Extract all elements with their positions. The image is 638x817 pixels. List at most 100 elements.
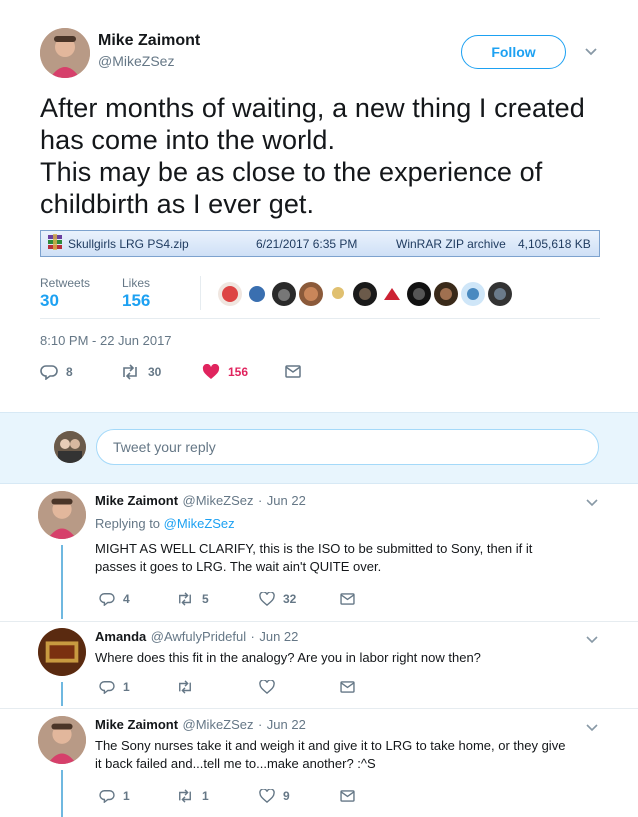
replying-to: Replying to @MikeZSez bbox=[95, 516, 235, 531]
reply-text: The Sony nurses take it and weigh it and… bbox=[95, 737, 615, 773]
like-action[interactable]: 9 bbox=[259, 789, 290, 803]
reply-icon bbox=[99, 681, 115, 694]
liker-avatar[interactable] bbox=[218, 282, 242, 306]
reply-author-handle[interactable]: @MikeZSez bbox=[183, 493, 254, 508]
tweet-text-line: childbirth as I ever get. bbox=[40, 189, 315, 219]
envelope-icon bbox=[340, 593, 355, 605]
liker-avatar[interactable] bbox=[461, 282, 485, 306]
chevron-down-icon[interactable] bbox=[586, 494, 598, 510]
chevron-down-icon[interactable] bbox=[586, 719, 598, 735]
winrar-icon bbox=[46, 233, 64, 254]
meta-separator: · bbox=[257, 717, 263, 732]
divider bbox=[0, 708, 638, 709]
envelope-icon bbox=[340, 681, 355, 693]
like-count: 156 bbox=[228, 365, 249, 379]
reply-count: 8 bbox=[66, 365, 73, 379]
retweets-count[interactable]: 30 bbox=[40, 291, 59, 311]
reply-date[interactable]: Jun 22 bbox=[267, 717, 306, 732]
retweet-icon bbox=[179, 789, 191, 803]
dm-action[interactable] bbox=[340, 593, 355, 605]
retweet-count: 1 bbox=[202, 789, 209, 803]
envelope-icon bbox=[340, 790, 355, 802]
like-action[interactable] bbox=[259, 680, 283, 694]
reply-count: 1 bbox=[123, 789, 130, 803]
heart-outline-icon bbox=[259, 680, 275, 694]
file-date: 6/21/2017 6:35 PM bbox=[256, 236, 358, 251]
reply-avatar[interactable] bbox=[38, 716, 86, 764]
reply-date[interactable]: Jun 22 bbox=[259, 629, 298, 644]
liker-avatar[interactable] bbox=[299, 282, 323, 306]
current-user-avatar[interactable] bbox=[54, 431, 86, 463]
file-size: 4,105,618 KB bbox=[518, 236, 591, 251]
retweet-action[interactable]: 5 bbox=[176, 592, 209, 606]
retweet-action[interactable]: 30 bbox=[120, 364, 161, 380]
retweets-label[interactable]: Retweets bbox=[40, 276, 90, 290]
reply-author-handle[interactable]: @MikeZSez bbox=[183, 717, 254, 732]
retweet-action[interactable] bbox=[176, 680, 202, 694]
author-avatar[interactable] bbox=[40, 28, 90, 78]
envelope-icon bbox=[285, 365, 301, 378]
reply-icon bbox=[40, 365, 58, 380]
dm-action[interactable] bbox=[340, 790, 355, 802]
retweet-icon bbox=[179, 680, 191, 694]
reply-author-name[interactable]: Mike Zaimont bbox=[95, 717, 178, 732]
reply-text: MIGHT AS WELL CLARIFY, this is the ISO t… bbox=[95, 540, 600, 576]
reply-author-handle[interactable]: @AwfulyPrideful bbox=[151, 629, 246, 644]
liker-avatar[interactable] bbox=[353, 282, 377, 306]
reply-author-name[interactable]: Amanda bbox=[95, 629, 146, 644]
reply-header: Mike Zaimont @MikeZSez · Jun 22 bbox=[95, 716, 306, 734]
thread-line bbox=[61, 545, 63, 619]
follow-button[interactable]: Follow bbox=[461, 35, 566, 69]
reply-text-line: The Sony nurses take it and weigh it and… bbox=[95, 738, 566, 753]
heart-outline-icon bbox=[259, 789, 275, 803]
liker-avatar[interactable] bbox=[434, 282, 458, 306]
file-type: WinRAR ZIP archive bbox=[396, 236, 506, 251]
reply-icon bbox=[99, 790, 115, 803]
reply-text-line: passes it goes to LRG. The wait ain't QU… bbox=[95, 559, 382, 574]
stats-divider-vertical bbox=[200, 276, 201, 310]
file-attachment-image[interactable]: Skullgirls LRG PS4.zip 6/21/2017 6:35 PM… bbox=[40, 230, 600, 257]
likes-count[interactable]: 156 bbox=[122, 291, 150, 311]
retweet-action[interactable]: 1 bbox=[176, 789, 209, 803]
reply-action[interactable]: 1 bbox=[99, 680, 130, 694]
tweet-text-line: After months of waiting, a new thing I c… bbox=[40, 93, 585, 123]
retweet-icon bbox=[179, 592, 191, 606]
dm-action[interactable] bbox=[340, 681, 355, 693]
reply-date[interactable]: Jun 22 bbox=[267, 493, 306, 508]
liker-avatar[interactable] bbox=[407, 282, 431, 306]
liker-avatar[interactable] bbox=[326, 282, 350, 306]
reply-text-line: Where does this fit in the analogy? Are … bbox=[95, 650, 481, 665]
reply-author-name[interactable]: Mike Zaimont bbox=[95, 493, 178, 508]
chevron-down-icon[interactable] bbox=[584, 44, 598, 60]
tweet-timestamp[interactable]: 8:10 PM - 22 Jun 2017 bbox=[40, 333, 172, 348]
reply-input[interactable]: Tweet your reply bbox=[96, 429, 599, 465]
author-name[interactable]: Mike Zaimont bbox=[98, 32, 200, 50]
like-action[interactable]: 156 bbox=[202, 364, 248, 380]
reply-avatar[interactable] bbox=[38, 628, 86, 676]
tweet-text-line: has come into the world. bbox=[40, 125, 336, 155]
retweet-count: 5 bbox=[202, 592, 209, 606]
reply-text-line: it back failed and...tell me to...make a… bbox=[95, 756, 376, 771]
chevron-down-icon[interactable] bbox=[586, 631, 598, 647]
thread-line bbox=[61, 682, 63, 706]
reply-action[interactable]: 1 bbox=[99, 789, 130, 803]
tweet-text-line: This may be as close to the experience o… bbox=[40, 157, 543, 187]
divider bbox=[40, 318, 600, 319]
file-name: Skullgirls LRG PS4.zip bbox=[68, 236, 189, 251]
reply-action[interactable]: 8 bbox=[40, 364, 73, 380]
likes-label[interactable]: Likes bbox=[122, 276, 150, 290]
liker-avatar[interactable] bbox=[488, 282, 512, 306]
heart-outline-icon bbox=[259, 592, 275, 606]
replying-to-link[interactable]: @MikeZSez bbox=[164, 516, 235, 531]
dm-action[interactable] bbox=[285, 365, 301, 378]
liker-avatar[interactable] bbox=[272, 282, 296, 306]
thread-line bbox=[61, 770, 63, 817]
liker-avatar[interactable] bbox=[245, 282, 269, 306]
reply-action[interactable]: 4 bbox=[99, 592, 130, 606]
reply-icon bbox=[99, 593, 115, 606]
liker-avatar[interactable] bbox=[380, 282, 404, 306]
author-handle[interactable]: @MikeZSez bbox=[98, 53, 174, 69]
like-action[interactable]: 32 bbox=[259, 592, 296, 606]
meta-separator: · bbox=[250, 629, 255, 644]
reply-avatar[interactable] bbox=[38, 491, 86, 539]
